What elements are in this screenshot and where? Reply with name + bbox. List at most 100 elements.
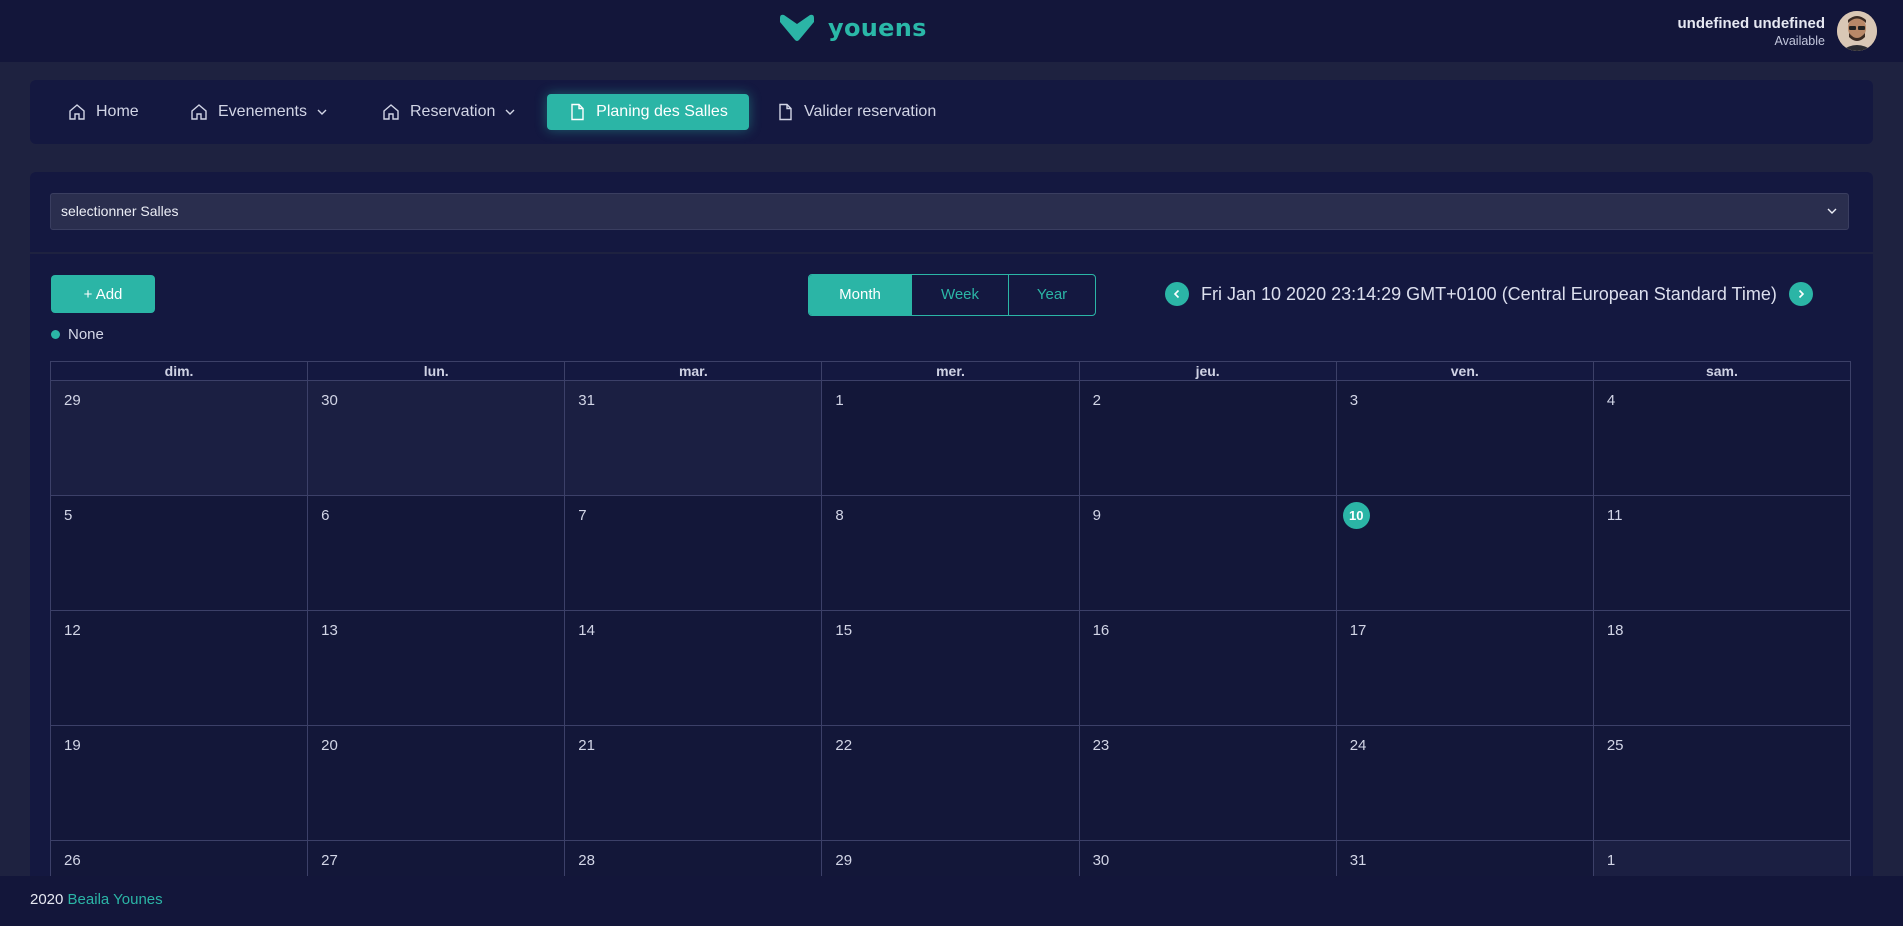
weekday-label: sam.: [1592, 361, 1851, 381]
day-cell[interactable]: 22: [821, 726, 1079, 841]
brand-name: youens: [828, 14, 927, 42]
footer-year: 2020: [30, 891, 64, 908]
day-number: 5: [64, 507, 73, 524]
weekday-label: lun.: [307, 361, 565, 381]
day-number: 2: [1092, 392, 1101, 409]
day-number: 30: [1092, 852, 1110, 869]
day-cell[interactable]: 8: [821, 496, 1079, 611]
nav-planing-label: Planing des Salles: [596, 103, 728, 120]
day-cell[interactable]: 24: [1335, 726, 1593, 841]
day-cell[interactable]: 20: [307, 726, 565, 841]
legend: None: [51, 326, 104, 343]
day-cell[interactable]: 16: [1078, 611, 1336, 726]
chevron-down-icon: [505, 108, 515, 116]
day-number: 31: [1349, 852, 1367, 869]
view-year-button[interactable]: Year: [1009, 275, 1095, 315]
view-week-button[interactable]: Week: [912, 275, 1009, 315]
day-cell[interactable]: 2: [1078, 381, 1336, 496]
today-badge: 10: [1342, 502, 1370, 529]
day-cell-today[interactable]: 10: [1335, 496, 1593, 611]
day-cell[interactable]: 9: [1078, 496, 1336, 611]
chevron-left-icon: [1173, 289, 1180, 299]
day-cell[interactable]: 19: [50, 726, 308, 841]
day-cell[interactable]: 5: [50, 496, 308, 611]
top-bar: youens undefined undefined Available: [0, 0, 1903, 62]
nav-home-label: Home: [96, 103, 139, 120]
salle-select[interactable]: selectionner Salles: [50, 193, 1849, 230]
nav-home[interactable]: Home: [68, 94, 139, 130]
day-number: 12: [64, 622, 81, 639]
day-cell[interactable]: 30: [307, 381, 565, 496]
chevron-down-icon: [317, 108, 327, 116]
add-button[interactable]: + Add: [51, 275, 155, 313]
day-number: 8: [835, 507, 844, 524]
day-cell[interactable]: 14: [564, 611, 822, 726]
view-month-button[interactable]: Month: [809, 275, 912, 315]
nav-reservation[interactable]: Reservation: [382, 94, 515, 130]
day-cell[interactable]: 11: [1592, 496, 1851, 611]
week-row: 29 30 31 1 2 3 4: [50, 381, 1851, 496]
day-number: 22: [835, 737, 853, 754]
day-cell[interactable]: 25: [1592, 726, 1851, 841]
day-cell[interactable]: 6: [307, 496, 565, 611]
day-number: 21: [578, 737, 595, 754]
day-number: 17: [1349, 622, 1367, 639]
week-row: 5 6 7 8 9 10 11: [50, 496, 1851, 611]
nav-valider-label: Valider reservation: [804, 103, 937, 120]
day-number: 28: [578, 852, 595, 869]
nav-evenements-label: Evenements: [218, 103, 307, 120]
brand-logo[interactable]: youens: [778, 14, 927, 42]
day-number: 31: [578, 392, 595, 409]
day-number: 9: [1092, 507, 1101, 524]
day-number: 6: [321, 507, 330, 524]
user-name: undefined undefined: [1677, 14, 1826, 32]
legend-dot: [51, 330, 60, 339]
footer-author-link[interactable]: Beaila Younes: [68, 891, 163, 908]
document-icon: [568, 103, 586, 121]
day-cell[interactable]: 31: [564, 381, 822, 496]
day-cell[interactable]: 18: [1592, 611, 1851, 726]
day-cell[interactable]: 17: [1335, 611, 1593, 726]
day-number: 19: [64, 737, 81, 754]
nav-planing-des-salles[interactable]: Planing des Salles: [547, 94, 749, 130]
day-number: 29: [64, 392, 81, 409]
day-cell[interactable]: 21: [564, 726, 822, 841]
week-row: 12 13 14 15 16 17 18: [50, 611, 1851, 726]
week-row: 19 20 21 22 23 24 25: [50, 726, 1851, 841]
day-cell[interactable]: 3: [1335, 381, 1593, 496]
weekday-label: mar.: [564, 361, 822, 381]
day-number: 1: [835, 392, 844, 409]
weekday-header: dim. lun. mar. mer. jeu. ven. sam.: [50, 361, 1851, 381]
user-menu[interactable]: undefined undefined Available: [1677, 11, 1877, 51]
salle-select-panel: selectionner Salles: [30, 172, 1873, 252]
day-cell[interactable]: 4: [1592, 381, 1851, 496]
current-date: Fri Jan 10 2020 23:14:29 GMT+0100 (Centr…: [1201, 283, 1777, 304]
legend-label: None: [68, 326, 104, 343]
day-cell[interactable]: 12: [50, 611, 308, 726]
day-cell[interactable]: 1: [821, 381, 1079, 496]
day-number: 27: [321, 852, 338, 869]
day-cell[interactable]: 13: [307, 611, 565, 726]
day-number: 3: [1349, 392, 1359, 409]
day-cell[interactable]: 15: [821, 611, 1079, 726]
next-button[interactable]: [1788, 282, 1813, 306]
avatar[interactable]: [1837, 11, 1877, 51]
calendar-panel: + Add None Month Week Year Fri Jan 10 20…: [30, 252, 1873, 894]
home-icon: [190, 103, 208, 121]
chevron-down-icon: [1826, 194, 1838, 242]
day-number: 25: [1606, 737, 1624, 754]
month-grid: dim. lun. mar. mer. jeu. ven. sam. 29 30…: [50, 361, 1851, 894]
home-icon: [382, 103, 400, 121]
nav-valider-reservation[interactable]: Valider reservation: [776, 94, 936, 130]
view-switcher: Month Week Year: [808, 274, 1096, 316]
weekday-label: ven.: [1335, 361, 1593, 381]
date-navigator: Fri Jan 10 2020 23:14:29 GMT+0100 (Centr…: [1165, 282, 1813, 306]
day-number: 15: [835, 622, 853, 639]
day-cell[interactable]: 7: [564, 496, 822, 611]
prev-button[interactable]: [1165, 282, 1189, 306]
nav-evenements[interactable]: Evenements: [190, 94, 327, 130]
day-cell[interactable]: 29: [50, 381, 308, 496]
day-number: 1: [1606, 852, 1616, 869]
day-cell[interactable]: 23: [1078, 726, 1336, 841]
salle-select-value: selectionner Salles: [61, 203, 179, 219]
